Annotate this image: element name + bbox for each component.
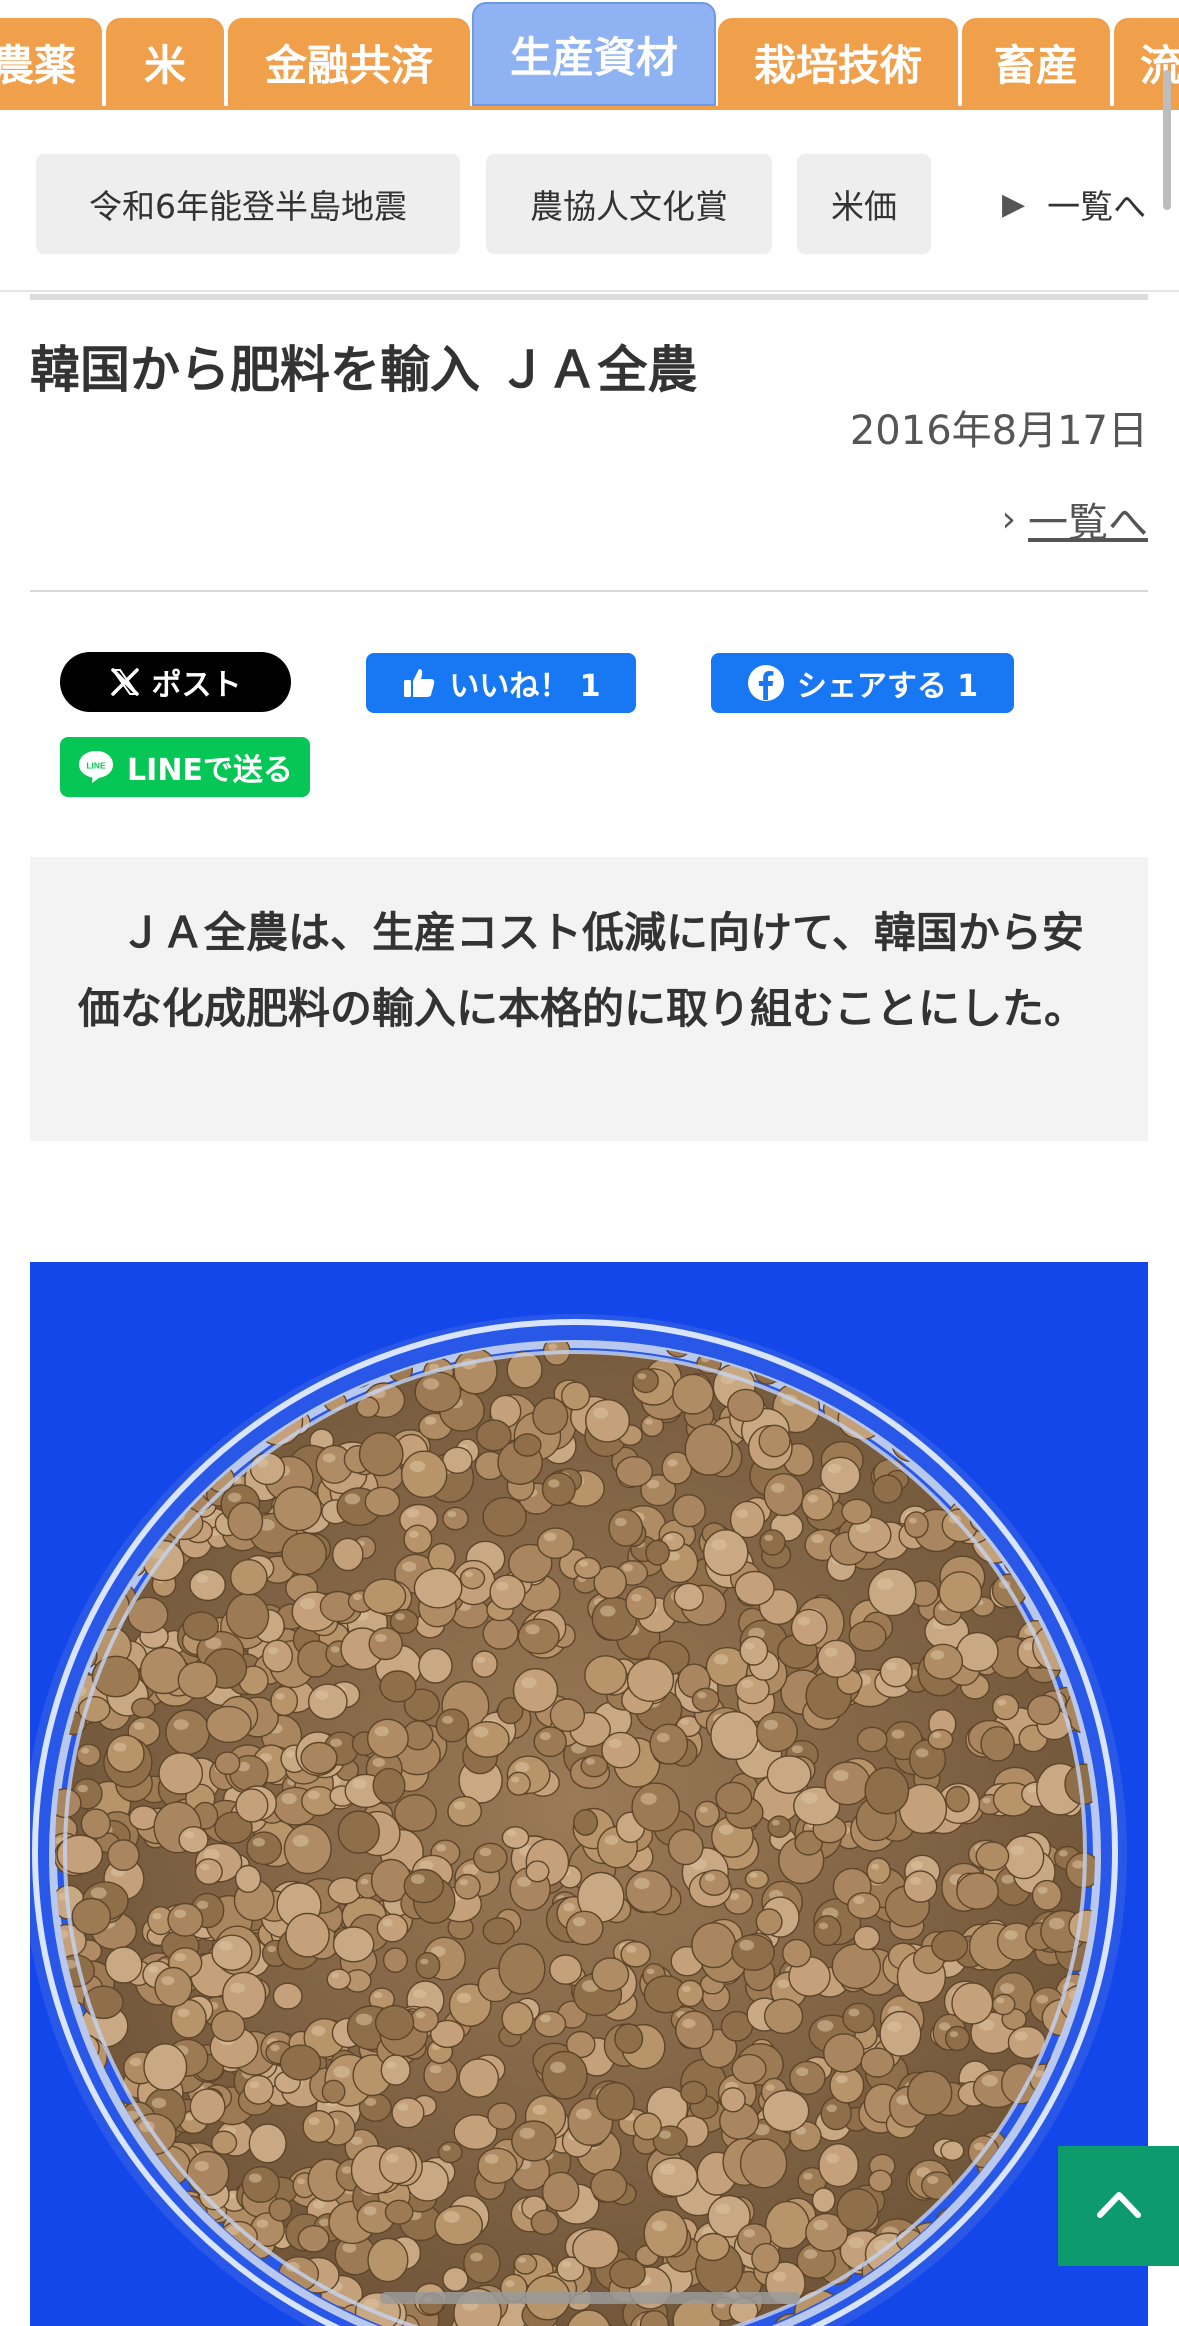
share-count-label: シェアする 1 [796, 669, 979, 704]
line-send-label: LINEで送る [127, 753, 293, 788]
thumbs-up-icon [401, 665, 437, 701]
tab-rice[interactable]: 米 [106, 18, 224, 106]
keyword-chip-rice-price[interactable]: 米価 [797, 154, 931, 254]
x-post-button[interactable]: ポスト [60, 652, 291, 712]
back-to-list-link[interactable]: › 一覧へ [1002, 490, 1148, 548]
facebook-icon [747, 664, 785, 702]
scroll-indicator [1163, 70, 1171, 210]
tab-finance-mutual-aid[interactable]: 金融共済 [228, 18, 470, 106]
svg-text:LINE: LINE [86, 761, 106, 771]
back-to-top-button[interactable] [1058, 2146, 1179, 2266]
back-to-list-label: 一覧へ [1028, 500, 1148, 546]
article-date: 2016年8月17日 [849, 408, 1148, 454]
facebook-share-button[interactable]: シェアする 1 [711, 653, 1014, 713]
tab-livestock[interactable]: 畜産 [962, 18, 1110, 106]
chevron-right-icon: › [1001, 498, 1016, 540]
like-count-label: いいね！ 1 [449, 669, 601, 704]
divider [30, 294, 1148, 300]
tab-cultivation-technology[interactable]: 栽培技術 [718, 18, 958, 106]
chevron-up-icon [1096, 2189, 1142, 2223]
x-post-label: ポスト [151, 668, 242, 703]
triangle-right-icon: ▶ [1002, 186, 1026, 222]
divider [0, 290, 1179, 292]
home-indicator [380, 2292, 800, 2304]
keywords-more-link[interactable]: ▶ 一覧へ [1002, 172, 1146, 236]
tab-pesticides[interactable]: 農薬 [0, 18, 102, 106]
tab-production-materials[interactable]: 生産資材 [472, 2, 716, 106]
line-logo-icon: LINE [77, 749, 115, 785]
article-lead: ＪＡ全農は、生産コスト低減に向けて、韓国から安価な化成肥料の輸入に本格的に取り組… [30, 857, 1148, 1141]
facebook-like-button[interactable]: いいね！ 1 [366, 653, 636, 713]
keyword-chip-culture-award[interactable]: 農協人文化賞 [486, 154, 772, 254]
article-title: 韓国から肥料を輸入 ＪＡ全農 [30, 341, 698, 399]
x-logo-icon [110, 667, 140, 697]
category-tabs: 農薬 米 金融共済 生産資材 栽培技術 畜産 流 [0, 0, 1179, 110]
article-photo-fertilizer-granules [30, 1262, 1148, 2326]
divider [30, 590, 1148, 592]
line-send-button[interactable]: LINE LINEで送る [60, 737, 310, 797]
keywords-more-label: 一覧へ [1047, 187, 1147, 226]
keyword-chip-noto-earthquake[interactable]: 令和6年能登半島地震 [36, 154, 460, 254]
